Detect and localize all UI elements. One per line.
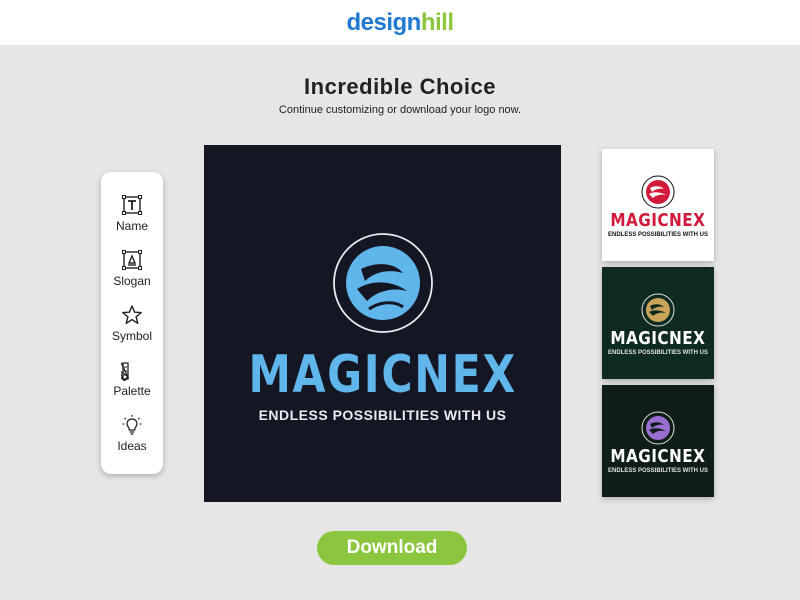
variant-slogan-text: ENDLESS POSSIBILITIES WITH US — [607, 232, 708, 238]
variant-name-text: MAGICNEX — [610, 210, 706, 231]
brand-text-hill: hill — [420, 8, 454, 36]
customize-toolbar: Name Slogan Symbol Palette Ideas — [101, 172, 163, 474]
tool-slogan[interactable]: Slogan — [113, 249, 151, 304]
variant-name-text: MAGICNEX — [610, 328, 706, 349]
tool-symbol[interactable]: Symbol — [112, 304, 152, 359]
variant-name-text: MAGICNEX — [610, 446, 706, 467]
swirl-flame-icon — [641, 293, 675, 327]
tool-ideas-label: Ideas — [117, 439, 147, 453]
page-title: Incredible Choice — [304, 74, 496, 99]
logo-name-text: MAGICNEX — [248, 345, 517, 405]
tool-symbol-label: Symbol — [111, 329, 152, 343]
slogan-icon — [122, 250, 142, 270]
star-icon — [122, 305, 142, 324]
swirl-flame-icon — [641, 175, 675, 209]
variant-slogan-text: ENDLESS POSSIBILITIES WITH US — [607, 350, 708, 356]
designhill-logo[interactable]: designhill — [346, 8, 454, 37]
brand-text-design: design — [346, 8, 421, 36]
tool-slogan-label: Slogan — [113, 274, 151, 288]
swirl-flame-icon — [332, 233, 433, 333]
logo-variant-dark[interactable]: MAGICNEX ENDLESS POSSIBILITIES WITH US — [602, 385, 714, 497]
tool-palette-label: Palette — [113, 384, 151, 398]
logo-preview: MAGICNEX ENDLESS POSSIBILITIES WITH US — [204, 145, 561, 502]
swirl-flame-icon — [641, 411, 675, 445]
download-button[interactable]: Download — [317, 531, 467, 565]
palette-icon — [120, 362, 130, 381]
logo-variant-white[interactable]: MAGICNEX ENDLESS POSSIBILITIES WITH US — [602, 149, 714, 261]
tool-palette[interactable]: Palette — [113, 359, 151, 414]
tool-name[interactable]: Name — [116, 194, 148, 249]
logo-variant-green[interactable]: MAGICNEX ENDLESS POSSIBILITIES WITH US — [602, 267, 714, 379]
variant-slogan-text: ENDLESS POSSIBILITIES WITH US — [607, 468, 708, 474]
tool-ideas[interactable]: Ideas — [117, 414, 147, 469]
page-subtitle: Continue customizing or download your lo… — [278, 104, 522, 116]
logo-slogan-text: ENDLESS POSSIBILITIES WITH US — [258, 407, 507, 423]
tool-name-label: Name — [115, 219, 148, 233]
text-icon — [121, 195, 142, 215]
top-bar: designhill — [0, 0, 800, 45]
lightbulb-icon — [122, 415, 142, 435]
